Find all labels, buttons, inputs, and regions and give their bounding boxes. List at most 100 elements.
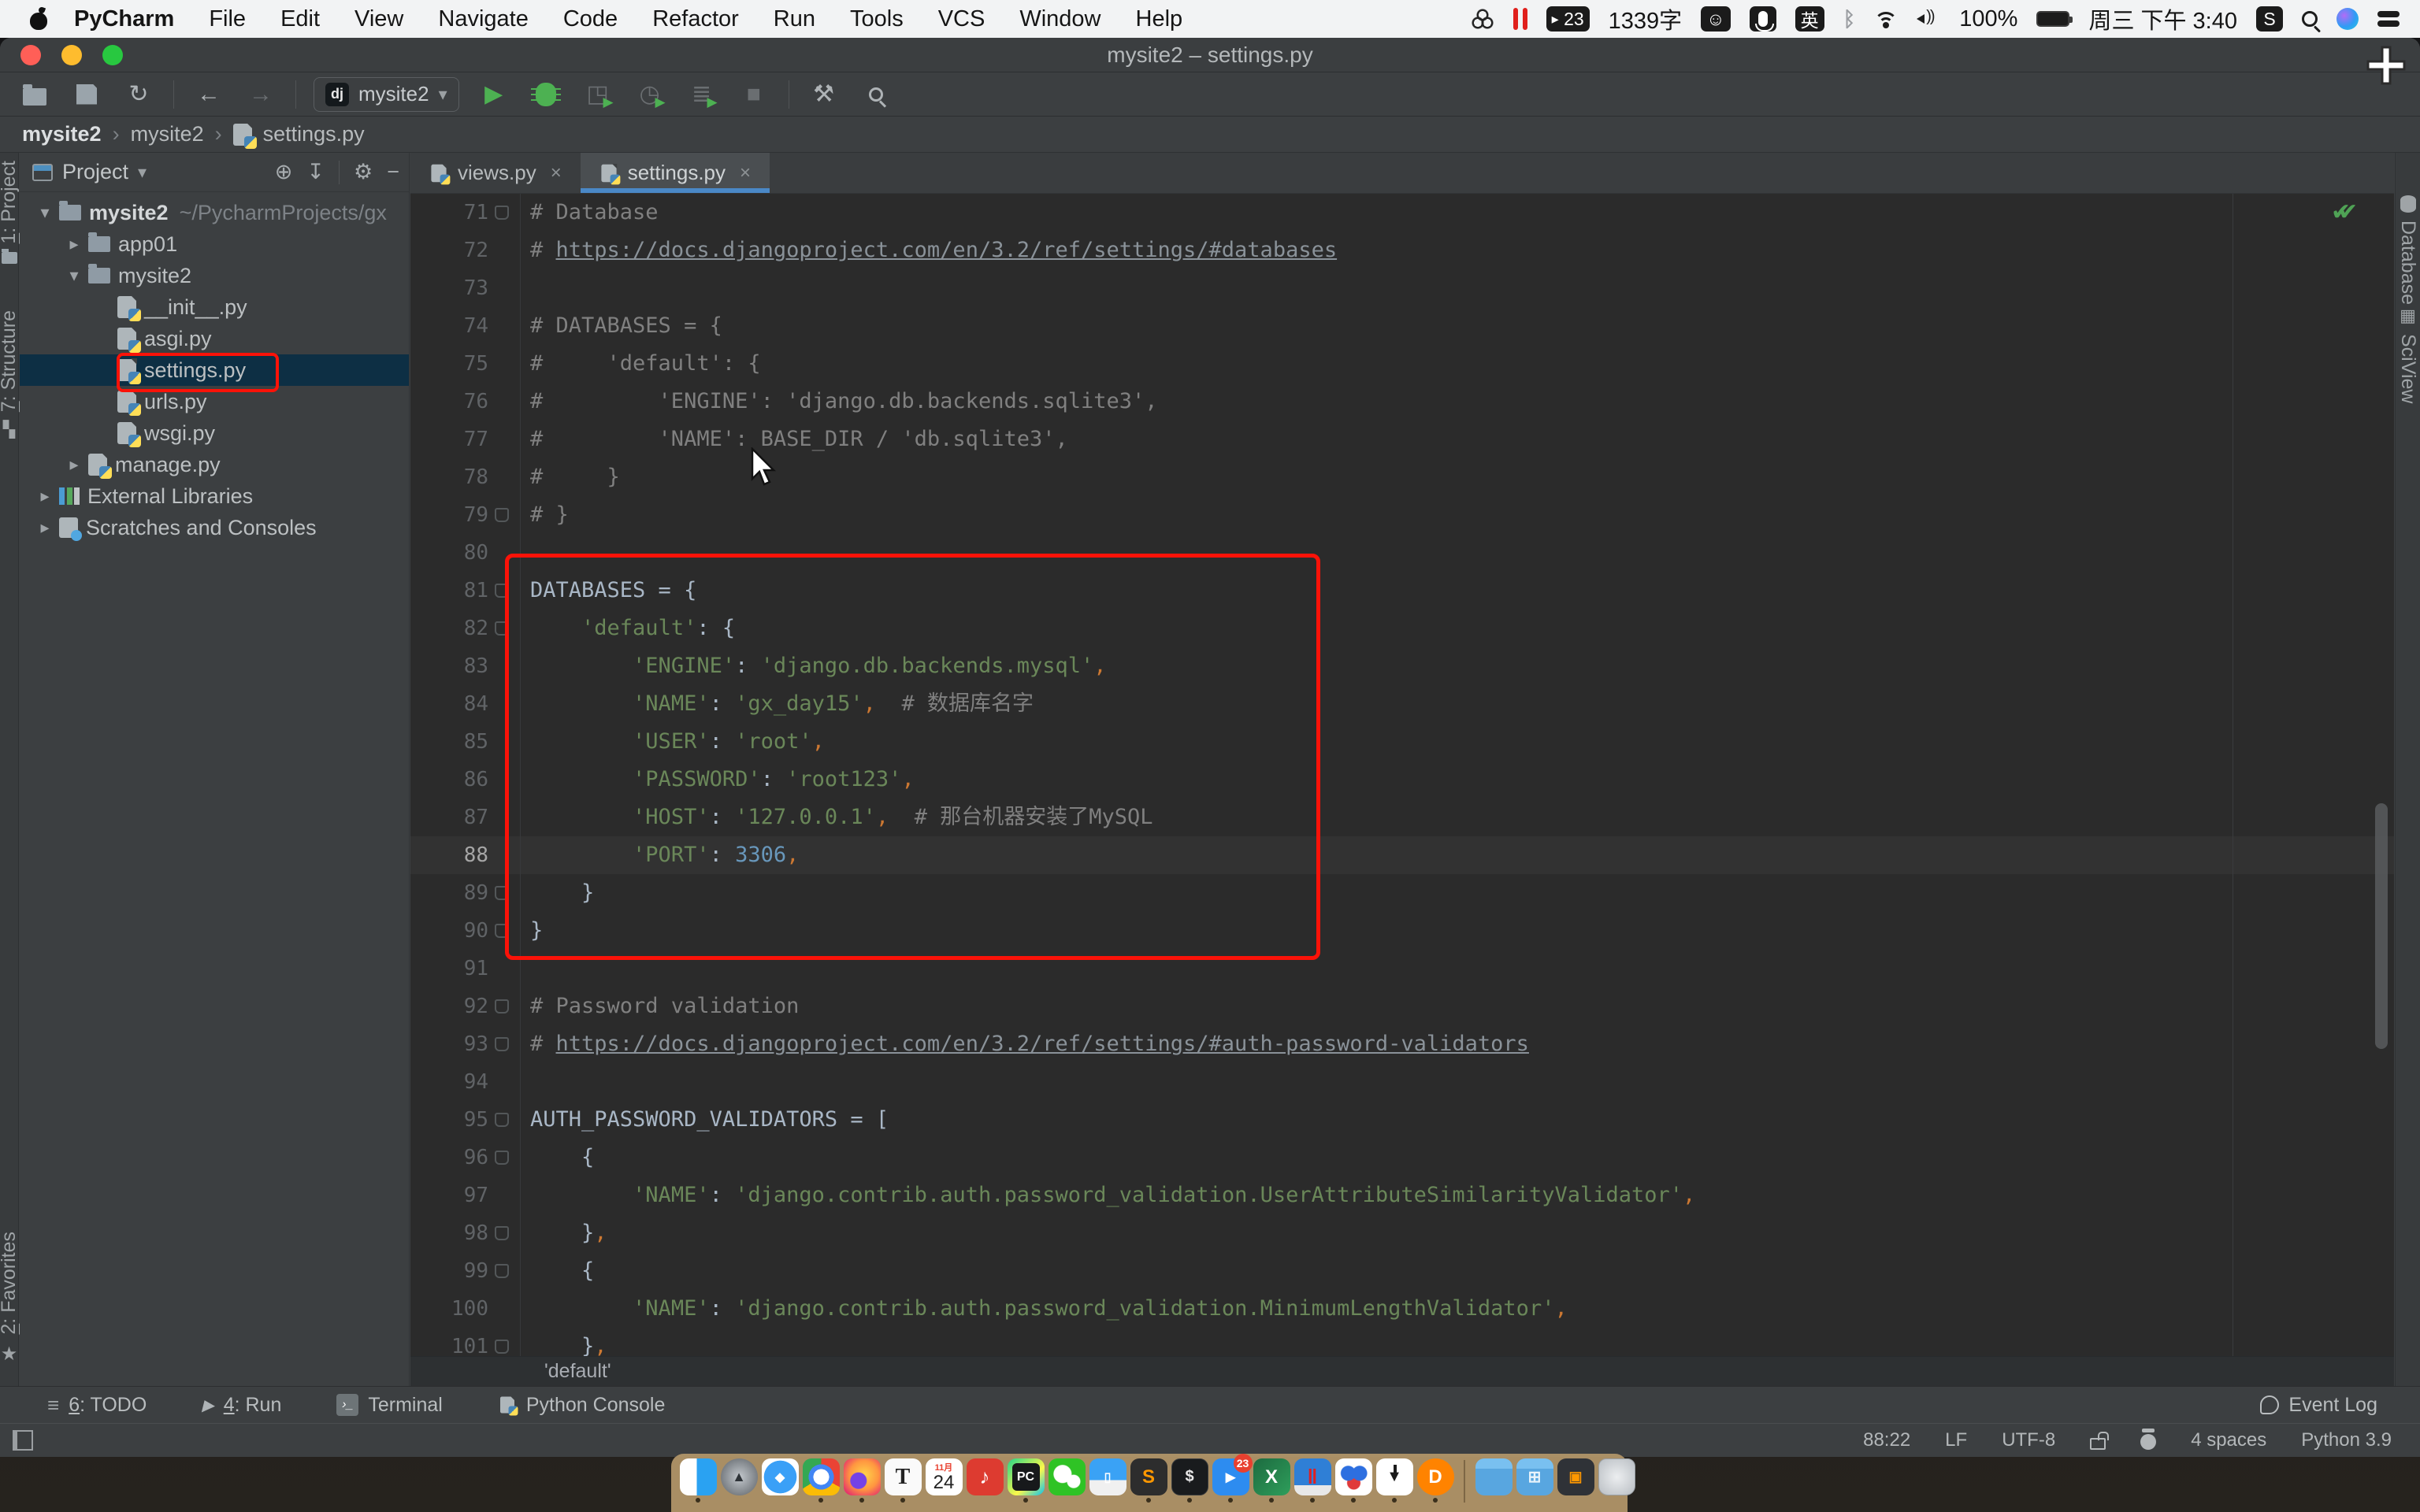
tool-window-switcher-icon[interactable] — [13, 1430, 33, 1451]
tab-settings-py[interactable]: settings.py× — [581, 153, 770, 193]
menu-refactor[interactable]: Refactor — [635, 6, 756, 32]
close-tab-icon[interactable]: × — [740, 162, 751, 184]
gutter[interactable]: 92 — [410, 988, 521, 1025]
code-line-92[interactable]: 92# Password validation — [410, 988, 2394, 1025]
tree-collapsed-arrow[interactable]: ▸ — [60, 454, 88, 475]
dock-item-folder-downloads[interactable] — [1473, 1458, 1514, 1495]
siri-icon[interactable] — [2336, 8, 2359, 30]
dock-item-excel[interactable]: X — [1251, 1458, 1292, 1503]
fold-marker-icon[interactable] — [495, 1151, 509, 1165]
code-line-93[interactable]: 93# https://docs.djangoproject.com/en/3.… — [410, 1025, 2394, 1063]
dock-item-parallels-desktop[interactable]: ‖ — [1292, 1458, 1333, 1503]
breadcrumb-item-mysite2[interactable]: mysite2 — [131, 122, 204, 146]
tree-item-init-py[interactable]: __init__.py — [20, 291, 409, 323]
fold-marker-icon[interactable] — [495, 1226, 509, 1240]
code-line-71[interactable]: 71# Database — [410, 194, 2394, 232]
ime-lang-badge[interactable]: 英 — [1795, 6, 1824, 32]
code-line-96[interactable]: 96 { — [410, 1139, 2394, 1177]
menu-window[interactable]: Window — [1002, 6, 1118, 32]
gutter[interactable]: 76 — [410, 383, 521, 421]
gutter[interactable]: 101 — [410, 1328, 521, 1356]
dock-item-terminal[interactable]: $ — [1169, 1458, 1210, 1503]
dock-item-launchpad[interactable]: ▲ — [718, 1458, 759, 1495]
tool-window-button-todo[interactable]: ≡6: TODO — [47, 1393, 147, 1418]
tree-item-external-libraries[interactable]: ▸External Libraries — [20, 480, 409, 512]
gutter[interactable]: 88 — [410, 836, 521, 874]
settings-wrench-button[interactable]: ⚒ — [807, 77, 841, 112]
gutter[interactable]: 83 — [410, 647, 521, 685]
gutter[interactable]: 73 — [410, 269, 521, 307]
dock-item-tie-app[interactable]: ▼ — [1374, 1458, 1415, 1503]
gutter[interactable]: 96 — [410, 1139, 521, 1177]
gutter[interactable]: 71 — [410, 194, 521, 232]
menu-run[interactable]: Run — [756, 6, 833, 32]
dock-item-safari[interactable]: ◆ — [759, 1458, 800, 1495]
code-line-95[interactable]: 95AUTH_PASSWORD_VALIDATORS = [ — [410, 1101, 2394, 1139]
tree-collapsed-arrow[interactable]: ▸ — [31, 517, 59, 538]
menu-navigate[interactable]: Navigate — [421, 6, 545, 32]
code-line-94[interactable]: 94 — [410, 1063, 2394, 1101]
tree-item-app01[interactable]: ▸app01 — [20, 228, 409, 260]
panel-settings-gear-button[interactable]: ⚙ — [354, 160, 373, 184]
gutter[interactable]: 87 — [410, 799, 521, 836]
unlock-icon[interactable] — [2090, 1438, 2106, 1450]
tool-window-button-python-console[interactable]: Python Console — [498, 1394, 666, 1417]
gutter[interactable]: 72 — [410, 232, 521, 269]
menu-tools[interactable]: Tools — [833, 6, 921, 32]
wifi-icon[interactable] — [1874, 9, 1898, 28]
dock-item-firefox[interactable] — [841, 1458, 882, 1503]
back-button[interactable]: ← — [191, 77, 226, 112]
tool-stripe-project[interactable]: 1: Project — [0, 161, 18, 264]
gutter[interactable]: 95 — [410, 1101, 521, 1139]
gutter[interactable]: 99 — [410, 1252, 521, 1290]
tree-collapsed-arrow[interactable]: ▸ — [60, 234, 88, 254]
file-encoding[interactable]: UTF-8 — [2002, 1429, 2055, 1451]
fold-marker-icon[interactable] — [495, 1037, 509, 1051]
tree-item-wsgi-py[interactable]: wsgi.py — [20, 417, 409, 449]
gutter[interactable]: 84 — [410, 685, 521, 723]
project-panel-title[interactable]: Project — [62, 160, 128, 184]
tree-item-mysite2[interactable]: ▾mysite2~/PycharmProjects/gx — [20, 197, 409, 228]
coverage-button[interactable]: ◳▶ — [581, 77, 615, 112]
apple-menu-icon[interactable] — [28, 7, 49, 31]
menu-pycharm[interactable]: PyCharm — [57, 6, 191, 32]
close-tab-icon[interactable]: × — [551, 162, 562, 184]
battery-icon[interactable] — [2036, 11, 2069, 27]
gutter[interactable]: 75 — [410, 345, 521, 383]
inspections-ok-icon[interactable]: ✔✔ — [2331, 198, 2386, 226]
stop-button[interactable]: ■ — [737, 77, 771, 112]
python-interpreter[interactable]: Python 3.9 — [2301, 1429, 2392, 1451]
tab-views-py[interactable]: views.py× — [410, 153, 581, 193]
fold-marker-icon[interactable] — [495, 999, 509, 1014]
caret-position[interactable]: 88:22 — [1863, 1429, 1910, 1451]
code-line-75[interactable]: 75# 'default': { — [410, 345, 2394, 383]
locate-button[interactable]: ⊕ — [275, 160, 293, 184]
zoom-window-button[interactable] — [102, 45, 123, 65]
fold-marker-icon[interactable] — [495, 1113, 509, 1127]
indent-size[interactable]: 4 spaces — [2191, 1429, 2266, 1451]
code-line-98[interactable]: 98 }, — [410, 1214, 2394, 1252]
menubar-clock[interactable]: 周三 下午 3:40 — [2088, 2, 2237, 35]
titlebar[interactable]: mysite2 – settings.py — [0, 38, 2420, 72]
code-line-72[interactable]: 72# https://docs.djangoproject.com/en/3.… — [410, 232, 2394, 269]
minimize-window-button[interactable] — [61, 45, 82, 65]
gutter[interactable]: 79 — [410, 496, 521, 534]
tool-stripe-favorites[interactable]: 2: Favorites★ — [0, 1232, 18, 1366]
gutter[interactable]: 78 — [410, 458, 521, 496]
gutter[interactable]: 85 — [410, 723, 521, 761]
code-line-100[interactable]: 100 'NAME': 'django.contrib.auth.passwor… — [410, 1290, 2394, 1328]
dock-item-wechat[interactable] — [1046, 1458, 1087, 1495]
code-line-74[interactable]: 74# DATABASES = { — [410, 307, 2394, 345]
code-line-79[interactable]: 79# } — [410, 496, 2394, 534]
dock-item-douyu-tv[interactable]: D — [1415, 1458, 1456, 1503]
control-center-icon[interactable] — [2377, 11, 2400, 27]
gutter[interactable]: 100 — [410, 1290, 521, 1328]
hide-panel-button[interactable]: − — [387, 160, 399, 184]
mic-icon[interactable] — [1750, 6, 1776, 32]
code-line-101[interactable]: 101 }, — [410, 1328, 2394, 1356]
menu-help[interactable]: Help — [1119, 6, 1201, 32]
profiler-button[interactable]: ◷▶ — [633, 77, 667, 112]
code-line-73[interactable]: 73 — [410, 269, 2394, 307]
tree-expanded-arrow[interactable]: ▾ — [60, 265, 88, 286]
dock-item-typora[interactable]: T — [882, 1458, 923, 1503]
